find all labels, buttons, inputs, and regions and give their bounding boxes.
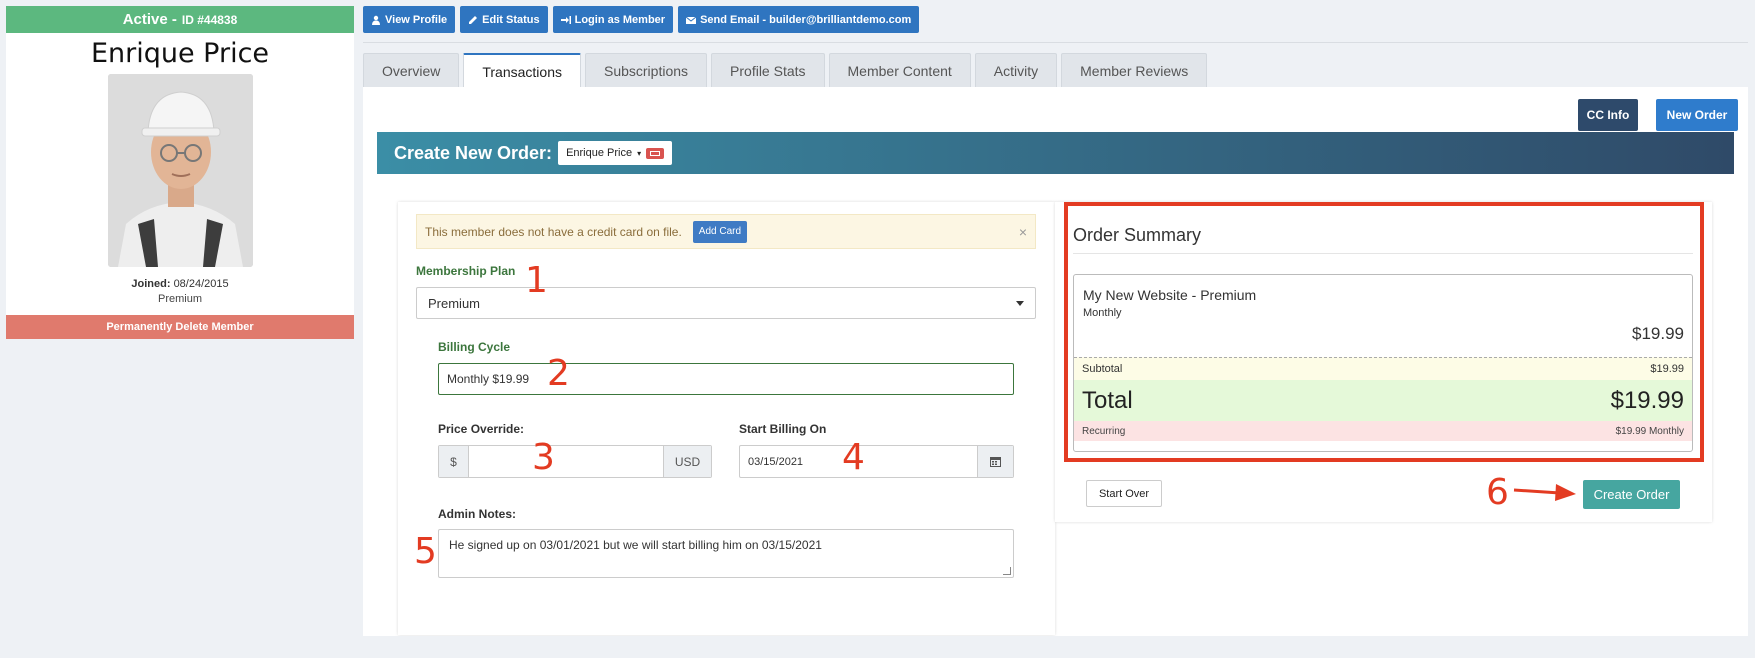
- calendar-icon[interactable]: [977, 446, 1013, 477]
- caret-down-icon: ▾: [637, 148, 642, 158]
- start-over-button[interactable]: Start Over: [1086, 480, 1162, 507]
- membership-plan-select[interactable]: Premium: [416, 287, 1036, 319]
- create-order-title: Create New Order:: [394, 142, 553, 163]
- price-override-label: Price Override:: [438, 422, 525, 436]
- start-billing-group: 03/15/2021: [739, 445, 1014, 478]
- subtotal-row: Subtotal $19.99: [1074, 357, 1692, 380]
- tab-member-reviews[interactable]: Member Reviews: [1061, 53, 1208, 87]
- member-actions: View Profile Edit Status Login as Member…: [363, 6, 920, 33]
- member-name: Enrique Price: [90, 38, 270, 69]
- price-override-group: $ USD: [438, 445, 712, 478]
- joined-info: Joined: 08/24/2015: [6, 278, 354, 290]
- status-bar: Active - ID #44838: [6, 6, 354, 33]
- edit-icon: [469, 15, 478, 24]
- joined-label: Joined:: [131, 278, 171, 290]
- recurring-row: Recurring $19.99 Monthly: [1074, 421, 1692, 441]
- billing-cycle-field[interactable]: Monthly $19.99: [438, 363, 1014, 395]
- arrow-icon: [1513, 484, 1576, 501]
- membership-level: Premium: [157, 293, 202, 305]
- user-icon: [372, 15, 380, 25]
- recurring-label: Recurring: [1082, 425, 1126, 437]
- member-selector[interactable]: Enrique Price ▾: [558, 141, 673, 165]
- no-card-alert: This member does not have a credit card …: [416, 214, 1036, 249]
- status-label: Active -: [122, 11, 177, 28]
- credit-card-icon: [646, 147, 665, 159]
- annotation-3: 3: [532, 437, 555, 478]
- currency-suffix: USD: [663, 446, 711, 477]
- subtotal-label: Subtotal: [1082, 363, 1123, 375]
- plan-price: $19.99: [1632, 324, 1684, 343]
- order-summary-title: Order Summary: [1073, 225, 1202, 245]
- alert-text: This member does not have a credit card …: [425, 224, 682, 239]
- tab-profile-stats[interactable]: Profile Stats: [711, 53, 825, 87]
- view-profile-label: View Profile: [385, 13, 448, 26]
- tab-transactions[interactable]: Transactions: [463, 53, 581, 88]
- plan-name: My New Website - Premium: [1083, 287, 1257, 303]
- login-as-member-label: Login as Member: [574, 13, 666, 26]
- price-override-input[interactable]: [469, 446, 663, 477]
- view-profile-button[interactable]: View Profile: [363, 6, 456, 33]
- member-photo: [107, 74, 253, 267]
- create-order-header: Create New Order: Enrique Price ▾: [377, 132, 1734, 174]
- add-card-button[interactable]: Add Card: [692, 220, 748, 243]
- divider: [1073, 253, 1693, 254]
- currency-prefix: $: [439, 446, 469, 477]
- member-selector-label: Enrique Price: [566, 147, 633, 159]
- tab-member-content[interactable]: Member Content: [828, 53, 971, 87]
- membership-plan-value: Premium: [428, 295, 481, 311]
- subtotal-value: $19.99: [1650, 363, 1684, 375]
- envelope-icon: [686, 16, 697, 24]
- annotation-6: 6: [1486, 472, 1509, 513]
- admin-notes-value: He signed up on 03/01/2021 but we will s…: [449, 538, 822, 552]
- total-label: Total: [1082, 386, 1133, 414]
- member-id: ID #44838: [181, 12, 238, 27]
- send-email-label: Send Email - builder@brilliantdemo.com: [700, 13, 912, 26]
- annotation-5: 5: [414, 531, 437, 572]
- edit-status-button[interactable]: Edit Status: [460, 6, 548, 33]
- create-order-button[interactable]: Create Order: [1583, 480, 1680, 509]
- delete-member-button[interactable]: Permanently Delete Member: [6, 315, 354, 339]
- send-email-button[interactable]: Send Email - builder@brilliantdemo.com: [678, 6, 920, 33]
- divider: [363, 42, 1748, 43]
- plan-period: Monthly: [1083, 307, 1122, 319]
- new-order-button[interactable]: New Order: [1656, 99, 1738, 131]
- member-panel: Active - ID #44838 Enrique Price Joined:…: [6, 6, 354, 339]
- membership-plan-label: Membership Plan: [416, 264, 516, 278]
- recurring-value: $19.99 Monthly: [1615, 425, 1684, 437]
- admin-notes-label: Admin Notes:: [438, 507, 516, 521]
- order-form: This member does not have a credit card …: [398, 202, 1055, 635]
- admin-notes-textarea[interactable]: He signed up on 03/01/2021 but we will s…: [438, 529, 1014, 578]
- start-billing-label: Start Billing On: [739, 422, 827, 436]
- resize-handle-icon[interactable]: [1003, 567, 1011, 575]
- tab-activity[interactable]: Activity: [974, 53, 1058, 87]
- annotation-4: 4: [842, 437, 865, 478]
- billing-cycle-value: Monthly $19.99: [447, 372, 530, 386]
- login-as-member-button[interactable]: Login as Member: [552, 6, 674, 33]
- tab-subscriptions[interactable]: Subscriptions: [584, 53, 708, 87]
- total-row: Total $19.99: [1074, 380, 1692, 421]
- joined-date: 08/24/2015: [173, 278, 229, 290]
- close-icon[interactable]: ×: [1019, 224, 1027, 240]
- login-icon: [560, 15, 571, 24]
- tab-overview[interactable]: Overview: [363, 53, 460, 87]
- billing-cycle-label: Billing Cycle: [438, 340, 511, 354]
- caret-down-icon: [1016, 301, 1024, 306]
- cc-info-button[interactable]: CC Info: [1578, 99, 1638, 131]
- member-tabs: Overview Transactions Subscriptions Prof…: [363, 53, 1208, 88]
- annotation-2: 2: [547, 353, 570, 394]
- order-summary-card: My New Website - Premium Monthly $19.99 …: [1073, 274, 1693, 452]
- annotation-1: 1: [525, 260, 548, 301]
- page-background: [363, 636, 1748, 658]
- total-value: $19.99: [1610, 386, 1684, 414]
- edit-status-label: Edit Status: [482, 13, 540, 26]
